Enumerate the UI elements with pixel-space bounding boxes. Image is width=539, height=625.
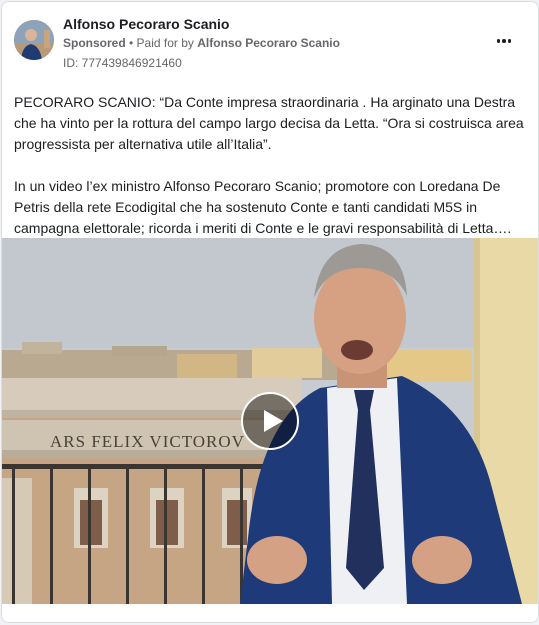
building-inscription: ARS FELIX VICTOROV	[50, 432, 245, 451]
meta-separator: •	[125, 36, 137, 50]
sponsored-label[interactable]: Sponsored	[63, 36, 126, 50]
paid-for-prefix: Paid for by	[136, 36, 198, 50]
post-paragraph-2: In un video l’ex ministro Alfonso Pecora…	[14, 178, 512, 236]
ad-id: ID: 777439846921460	[63, 56, 182, 70]
dot	[496, 39, 501, 43]
dot	[502, 39, 506, 43]
sponsor-line: Sponsored • Paid for by Alfonso Pecoraro…	[63, 36, 340, 50]
video-player[interactable]: ARS FELIX VICTOROV	[2, 238, 538, 604]
author-name[interactable]: Alfonso Pecoraro Scanio	[63, 16, 229, 32]
dot	[507, 39, 512, 43]
play-icon[interactable]	[241, 392, 299, 450]
post-paragraph-1: PECORARO SCANIO: “Da Conte impresa strao…	[14, 94, 524, 152]
post-text: PECORARO SCANIO: “Da Conte impresa strao…	[14, 92, 529, 239]
post-header: Alfonso Pecoraro Scanio Sponsored • Paid…	[2, 2, 538, 82]
payer-name[interactable]: Alfonso Pecoraro Scanio	[197, 36, 340, 50]
avatar[interactable]	[14, 20, 54, 60]
sponsored-post-card: Alfonso Pecoraro Scanio Sponsored • Paid…	[1, 1, 539, 623]
post-footer	[2, 604, 538, 622]
more-options-icon[interactable]	[492, 31, 516, 51]
